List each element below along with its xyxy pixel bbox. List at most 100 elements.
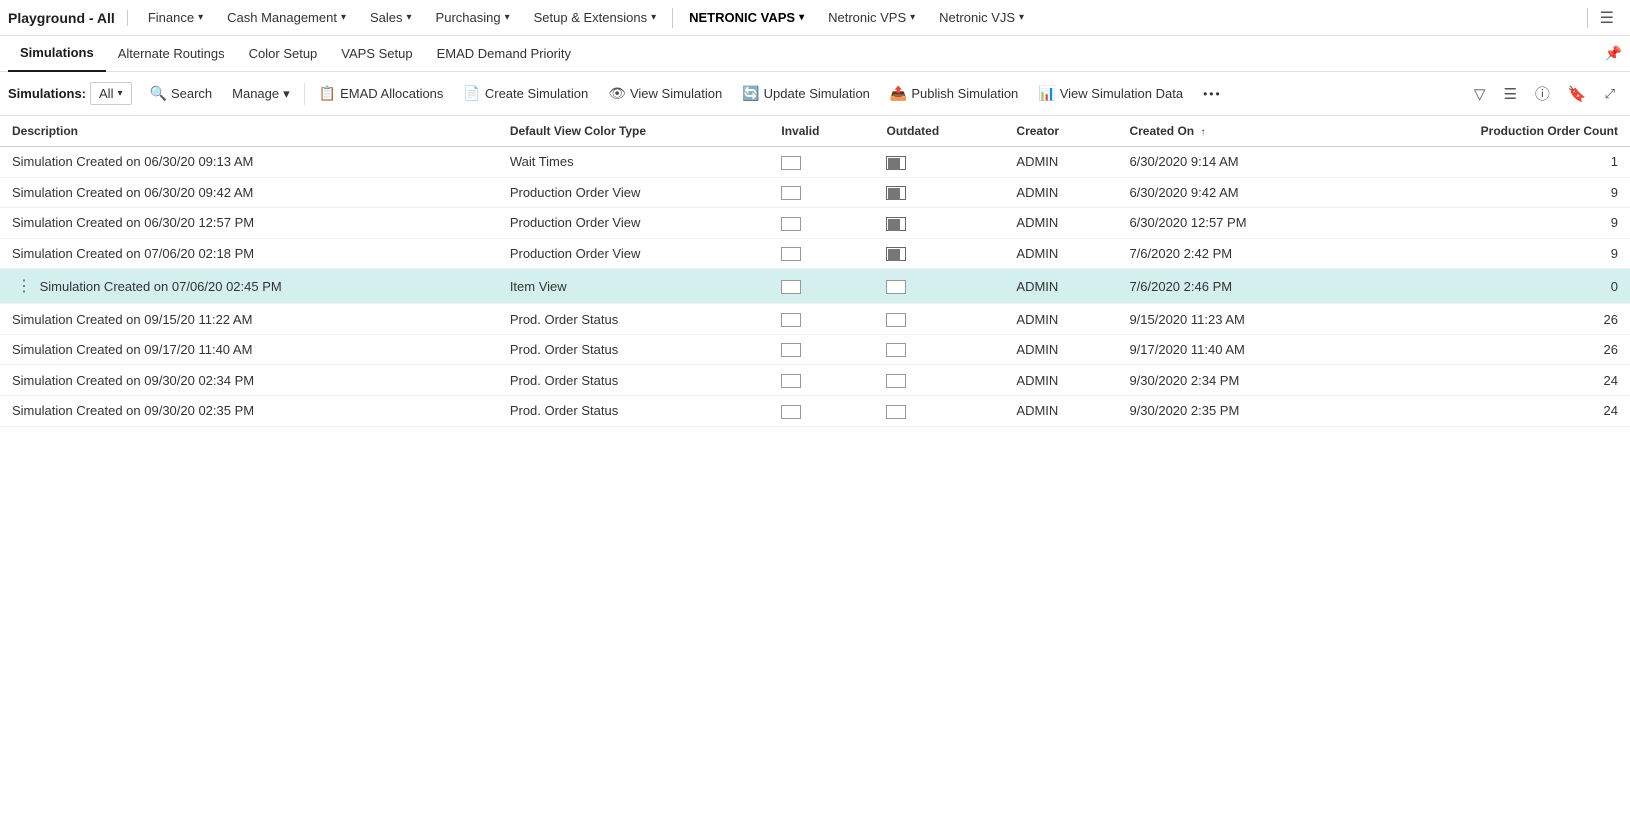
nav-label-purchasing: Purchasing (436, 10, 501, 25)
filter-button[interactable]: ▽ (1467, 80, 1493, 108)
nav-item-cash-management[interactable]: Cash Management ▾ (215, 0, 358, 36)
col-created-on[interactable]: Created On ↑ (1117, 116, 1356, 147)
invalid-checkbox[interactable] (781, 405, 801, 419)
cell-invalid[interactable] (769, 334, 874, 365)
publish-simulation-button[interactable]: 📤 Publish Simulation (880, 80, 1028, 107)
outdated-checkbox[interactable] (886, 405, 906, 419)
invalid-checkbox[interactable] (781, 343, 801, 357)
description-link[interactable]: Simulation Created on 06/30/20 12:57 PM (12, 215, 254, 230)
table-row[interactable]: Simulation Created on 09/30/20 02:34 PM P… (0, 365, 1630, 396)
simulations-table: Description Default View Color Type Inva… (0, 116, 1630, 427)
invalid-checkbox[interactable] (781, 217, 801, 231)
description-link[interactable]: Simulation Created on 07/06/20 02:45 PM (40, 279, 282, 294)
cell-outdated[interactable] (874, 365, 1004, 396)
cell-color-type: Prod. Order Status (498, 365, 770, 396)
col-invalid[interactable]: Invalid (769, 116, 874, 147)
bookmark-button[interactable]: 🔖 (1561, 80, 1594, 108)
outdated-checkbox[interactable] (886, 343, 906, 357)
simulations-table-container: Description Default View Color Type Inva… (0, 116, 1630, 427)
outdated-checkbox[interactable] (886, 217, 906, 231)
cell-invalid[interactable] (769, 269, 874, 304)
invalid-checkbox[interactable] (781, 247, 801, 261)
nav-item-purchasing[interactable]: Purchasing ▾ (424, 0, 522, 36)
chevron-down-icon: ▾ (651, 12, 656, 23)
cell-outdated[interactable] (874, 147, 1004, 178)
outdated-checkbox[interactable] (886, 186, 906, 200)
nav-item-setup-extensions[interactable]: Setup & Extensions ▾ (522, 0, 669, 36)
invalid-checkbox[interactable] (781, 280, 801, 294)
cell-outdated[interactable] (874, 269, 1004, 304)
cell-outdated[interactable] (874, 177, 1004, 208)
emad-allocations-button[interactable]: 📋 EMAD Allocations (309, 80, 454, 107)
table-row[interactable]: Simulation Created on 09/30/20 02:35 PMP… (0, 395, 1630, 426)
cell-outdated[interactable] (874, 395, 1004, 426)
hamburger-menu-button[interactable]: ☰ (1592, 4, 1622, 32)
description-link[interactable]: Simulation Created on 09/17/20 11:40 AM (12, 342, 252, 357)
col-creator[interactable]: Creator (1004, 116, 1117, 147)
outdated-checkbox[interactable] (886, 280, 906, 294)
nav-item-netronic-vjs[interactable]: Netronic VJS ▾ (927, 0, 1036, 36)
cell-invalid[interactable] (769, 365, 874, 396)
cell-invalid[interactable] (769, 177, 874, 208)
col-production-order-count[interactable]: Production Order Count (1357, 116, 1630, 147)
nav-item-netronic-vps[interactable]: Netronic VPS ▾ (816, 0, 927, 36)
nav-item-sales[interactable]: Sales ▾ (358, 0, 424, 36)
col-outdated[interactable]: Outdated (874, 116, 1004, 147)
nav-item-netronic-vaps[interactable]: NETRONIC VAPS ▾ (677, 0, 816, 36)
table-row[interactable]: Simulation Created on 06/30/20 09:13 AMW… (0, 147, 1630, 178)
create-simulation-button[interactable]: 📄 Create Simulation (453, 80, 598, 107)
invalid-checkbox[interactable] (781, 186, 801, 200)
outdated-checkbox[interactable] (886, 247, 906, 261)
cell-outdated[interactable] (874, 238, 1004, 269)
description-link[interactable]: Simulation Created on 09/15/20 11:22 AM (12, 312, 252, 327)
cell-invalid[interactable] (769, 238, 874, 269)
info-button[interactable]: ⓘ (1528, 78, 1557, 109)
description-link[interactable]: Simulation Created on 06/30/20 09:13 AM (12, 154, 253, 169)
sec-nav-simulations[interactable]: Simulations (8, 36, 106, 72)
toolbar-right: ▽ ☰ ⓘ 🔖 ⤢ (1467, 78, 1622, 109)
update-simulation-button[interactable]: 🔄 Update Simulation (732, 80, 880, 107)
sec-nav-label-color-setup: Color Setup (249, 46, 318, 61)
invalid-checkbox[interactable] (781, 313, 801, 327)
sec-nav-vaps-setup[interactable]: VAPS Setup (329, 36, 424, 72)
search-button[interactable]: 🔍 Search (140, 80, 223, 107)
cell-outdated[interactable] (874, 334, 1004, 365)
table-row[interactable]: Simulation Created on 07/06/20 02:18 PMP… (0, 238, 1630, 269)
cell-invalid[interactable] (769, 147, 874, 178)
table-row[interactable]: Simulation Created on 06/30/20 09:42 AMP… (0, 177, 1630, 208)
all-dropdown[interactable]: All ▾ (90, 82, 131, 105)
description-link[interactable]: Simulation Created on 09/30/20 02:34 PM (12, 373, 254, 388)
table-row[interactable]: Simulation Created on 09/17/20 11:40 AMP… (0, 334, 1630, 365)
view-simulation-button[interactable]: 👁 View Simulation (598, 80, 732, 107)
table-row[interactable]: Simulation Created on 09/15/20 11:22 AMP… (0, 304, 1630, 335)
more-button[interactable]: ••• (1193, 82, 1232, 106)
outdated-checkbox[interactable] (886, 313, 906, 327)
nav-item-finance[interactable]: Finance ▾ (136, 0, 215, 36)
row-context-menu-icon[interactable]: ⋮ (12, 278, 36, 295)
manage-button[interactable]: Manage ▾ (222, 81, 300, 107)
description-link[interactable]: Simulation Created on 09/30/20 02:35 PM (12, 403, 254, 418)
table-row[interactable]: Simulation Created on 06/30/20 12:57 PMP… (0, 208, 1630, 239)
invalid-checkbox[interactable] (781, 374, 801, 388)
cell-description: Simulation Created on 06/30/20 09:42 AM (0, 177, 498, 208)
outdated-checkbox[interactable] (886, 374, 906, 388)
sec-nav-emad-demand-priority[interactable]: EMAD Demand Priority (425, 36, 583, 72)
view-simulation-data-button[interactable]: 📊 View Simulation Data (1028, 80, 1193, 107)
expand-button[interactable]: ⤢ (1598, 80, 1622, 107)
table-row[interactable]: ⋮ Simulation Created on 07/06/20 02:45 P… (0, 269, 1630, 304)
cell-invalid[interactable] (769, 208, 874, 239)
cell-invalid[interactable] (769, 304, 874, 335)
description-link[interactable]: Simulation Created on 06/30/20 09:42 AM (12, 185, 253, 200)
description-link[interactable]: Simulation Created on 07/06/20 02:18 PM (12, 246, 254, 261)
col-default-view-color-type[interactable]: Default View Color Type (498, 116, 770, 147)
invalid-checkbox[interactable] (781, 156, 801, 170)
col-description[interactable]: Description (0, 116, 498, 147)
cell-outdated[interactable] (874, 304, 1004, 335)
cell-invalid[interactable] (769, 395, 874, 426)
sec-nav-alternate-routings[interactable]: Alternate Routings (106, 36, 237, 72)
cell-outdated[interactable] (874, 208, 1004, 239)
outdated-checkbox[interactable] (886, 156, 906, 170)
pin-icon[interactable]: 📌 (1605, 45, 1622, 62)
sec-nav-color-setup[interactable]: Color Setup (237, 36, 330, 72)
list-view-button[interactable]: ☰ (1496, 80, 1523, 108)
